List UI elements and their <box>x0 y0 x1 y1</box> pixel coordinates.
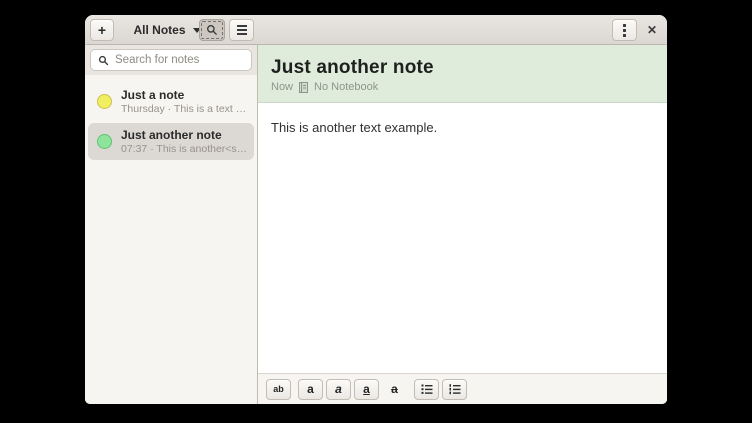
ordered-list-icon <box>449 383 461 395</box>
note-header: Just another note Now No Notebook <box>258 45 667 103</box>
search-toggle-button[interactable] <box>199 19 225 41</box>
collection-selector-button[interactable]: All Notes <box>129 19 205 41</box>
headerbar: + All Notes <box>85 15 667 45</box>
italic-button[interactable]: a <box>326 379 351 400</box>
note-list-item[interactable]: Just a note Thursday · This is a text ex… <box>88 83 254 120</box>
search-icon <box>98 55 109 66</box>
italic-icon: a <box>335 383 342 395</box>
search-input[interactable] <box>115 54 244 66</box>
note-list-item[interactable]: Just another note 07:37 · This is anothe… <box>88 123 254 160</box>
note-color-dot <box>97 134 112 149</box>
note-item-title: Just a note <box>121 88 248 102</box>
note-timestamp: Now <box>271 81 293 93</box>
note-view: Just another note Now No Notebook This <box>258 45 667 404</box>
notebook-icon <box>298 82 309 93</box>
desktop-background: + All Notes <box>0 0 752 423</box>
close-icon: ✕ <box>647 24 657 36</box>
search-entry <box>90 49 252 71</box>
format-toolbar: ab a a a a <box>258 373 667 404</box>
main-menu-button[interactable] <box>229 19 254 41</box>
new-note-button[interactable]: + <box>90 19 114 41</box>
bold-button[interactable]: a <box>298 379 323 400</box>
underline-icon: a <box>363 383 370 395</box>
search-strip <box>85 45 257 75</box>
notes-sidebar: Just a note Thursday · This is a text ex… <box>85 45 258 404</box>
note-item-subtitle: 07:37 · This is another<span style… <box>121 143 248 155</box>
note-meta: Now No Notebook <box>271 81 654 93</box>
bold-icon: a <box>307 383 314 395</box>
notes-app-window: + All Notes <box>85 15 667 404</box>
underline-button[interactable]: a <box>354 379 379 400</box>
note-list: Just a note Thursday · This is a text ex… <box>85 75 257 160</box>
note-body-editor[interactable]: This is another text example. <box>258 103 667 373</box>
note-color-dot <box>97 94 112 109</box>
collection-selector-label: All Notes <box>133 23 185 37</box>
strikethrough-icon: a <box>391 383 398 395</box>
text-style-icon: ab <box>273 385 284 394</box>
note-body-text: This is another text example. <box>271 120 654 135</box>
text-style-button[interactable]: ab <box>266 379 291 400</box>
search-icon <box>206 24 218 36</box>
hamburger-icon <box>237 25 247 35</box>
plus-icon: + <box>98 23 106 37</box>
ordered-list-button[interactable] <box>442 379 467 400</box>
close-window-button[interactable]: ✕ <box>642 19 662 41</box>
kebab-menu-icon <box>623 24 626 37</box>
note-title: Just another note <box>271 57 654 78</box>
strikethrough-button[interactable]: a <box>382 379 407 400</box>
note-item-subtitle: Thursday · This is a text example. <box>121 103 248 115</box>
bullet-list-icon <box>421 383 433 395</box>
more-options-button[interactable] <box>612 19 637 41</box>
bullet-list-button[interactable] <box>414 379 439 400</box>
note-item-title: Just another note <box>121 128 248 142</box>
notebook-label[interactable]: No Notebook <box>314 81 378 93</box>
